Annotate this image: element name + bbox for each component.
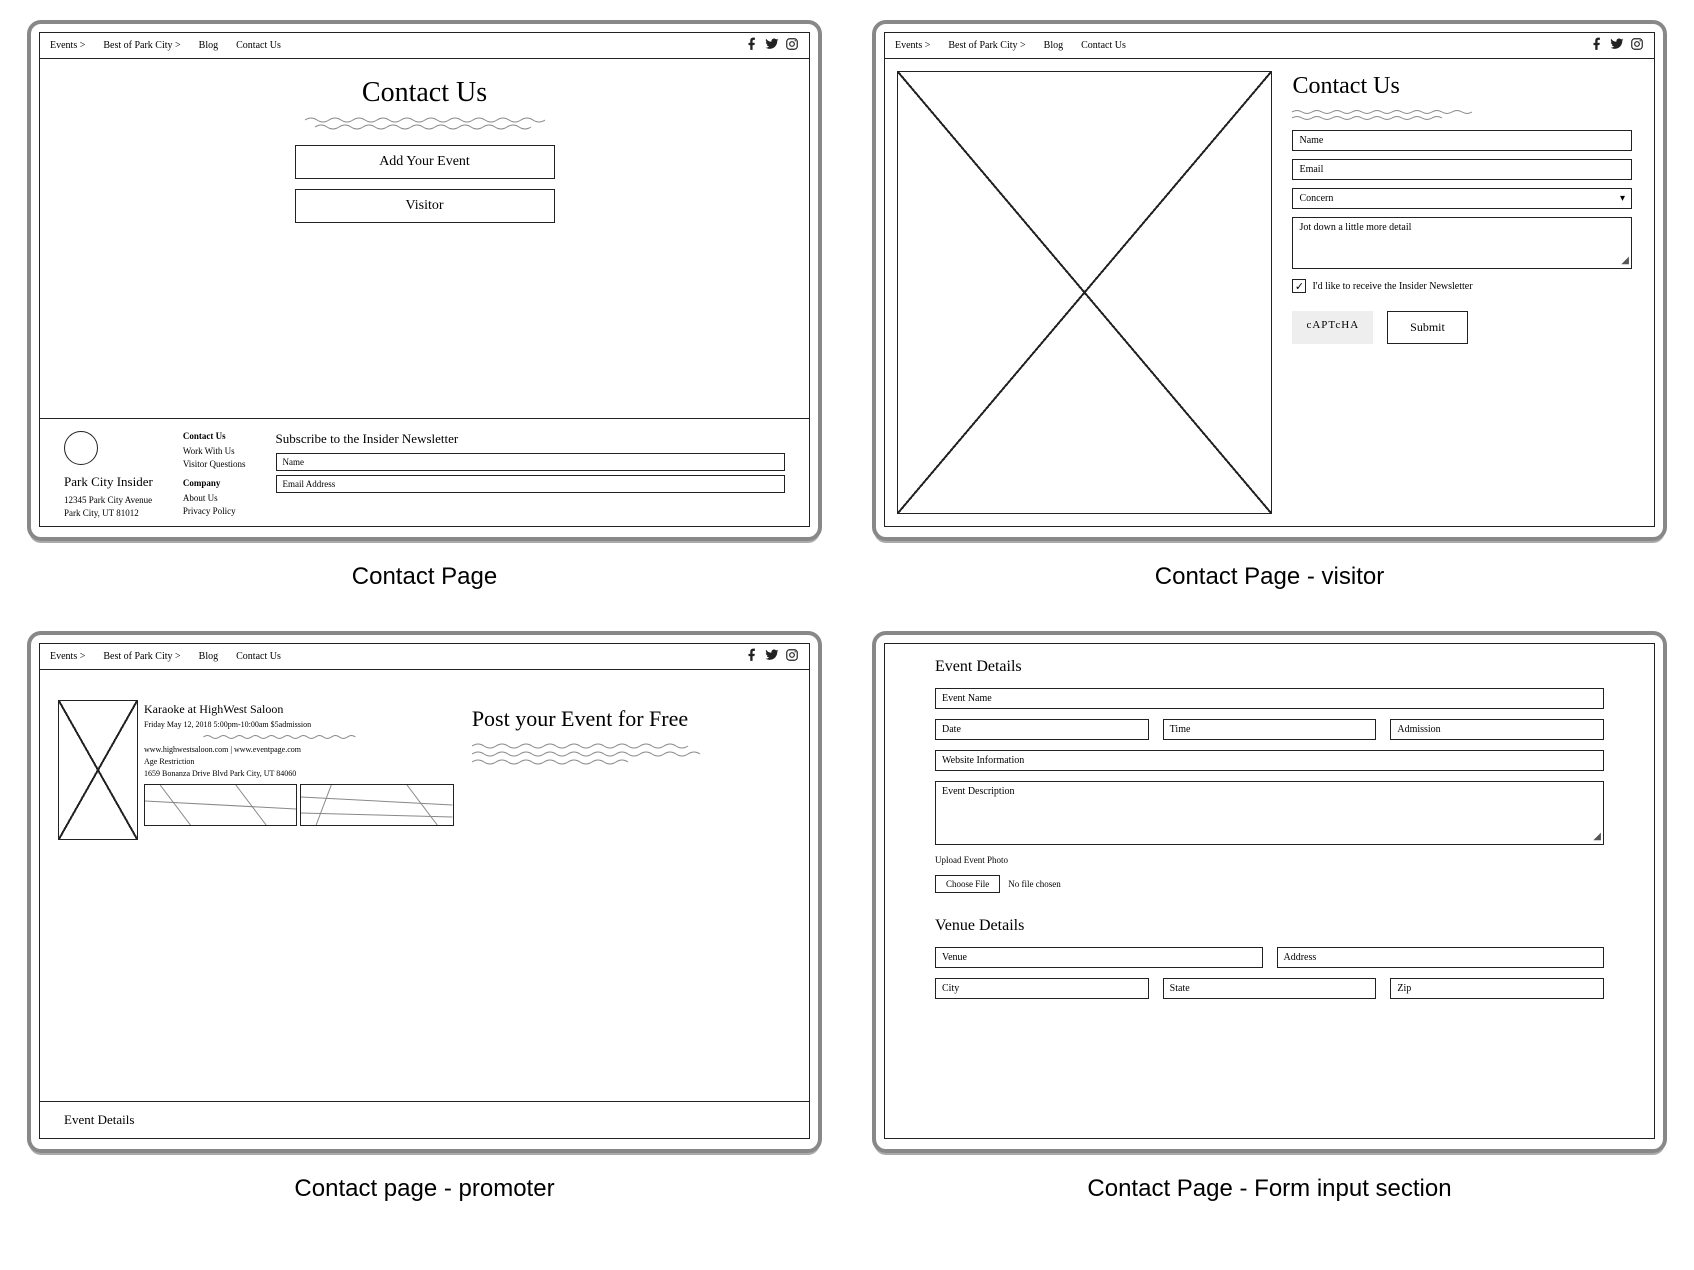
- nav-events[interactable]: Events >: [50, 40, 85, 51]
- footer-col-header-contact: Contact Us: [183, 431, 246, 441]
- name-input[interactable]: Name: [1292, 130, 1632, 151]
- subscribe-heading: Subscribe to the Insider Newsletter: [276, 431, 785, 447]
- website-input[interactable]: Website Information: [935, 750, 1604, 771]
- footer-address-line-1: 12345 Park City Avenue: [64, 495, 153, 505]
- upload-label: Upload Event Photo: [935, 855, 1604, 865]
- page-title: Contact Us: [1292, 73, 1632, 100]
- event-description-textarea[interactable]: Event Description ◢: [935, 781, 1604, 845]
- event-links[interactable]: www.highwestsaloon.com | www.eventpage.c…: [144, 745, 454, 754]
- address-input[interactable]: Address: [1277, 947, 1605, 968]
- page-title: Contact Us: [362, 77, 487, 109]
- footer: Park City Insider 12345 Park City Avenue…: [40, 418, 809, 526]
- nav-contact[interactable]: Contact Us: [1081, 40, 1126, 51]
- chevron-down-icon: ▾: [1620, 193, 1625, 204]
- event-image-placeholder: [58, 700, 138, 840]
- nav-blog[interactable]: Blog: [199, 651, 218, 662]
- nav-blog[interactable]: Blog: [1044, 40, 1063, 51]
- facebook-icon[interactable]: [1590, 37, 1604, 54]
- twitter-icon[interactable]: [765, 648, 779, 665]
- section-header-venue-details: Venue Details: [935, 917, 1604, 935]
- caption: Contact Page - visitor: [1155, 563, 1384, 591]
- resize-handle-icon: ◢: [1593, 831, 1601, 842]
- submit-button[interactable]: Submit: [1387, 311, 1468, 344]
- wireframe-form-input: Event Details Event Name Date Time Admis…: [872, 631, 1667, 1152]
- placeholder-text: [305, 115, 545, 135]
- nav-events[interactable]: Events >: [895, 40, 930, 51]
- description-placeholder: Event Description: [942, 786, 1014, 797]
- caption: Contact page - promoter: [294, 1175, 554, 1203]
- section-header-event-details: Event Details: [935, 658, 1604, 676]
- image-placeholder: [897, 71, 1272, 514]
- nav-best[interactable]: Best of Park City >: [948, 40, 1025, 51]
- navbar: Events > Best of Park City > Blog Contac…: [40, 33, 809, 59]
- twitter-icon[interactable]: [765, 37, 779, 54]
- wireframe-contact-promoter: Events > Best of Park City > Blog Contac…: [27, 631, 822, 1152]
- twitter-icon[interactable]: [1610, 37, 1624, 54]
- admission-input[interactable]: Admission: [1390, 719, 1604, 740]
- resize-handle-icon: ◢: [1621, 255, 1629, 266]
- nav-blog[interactable]: Blog: [199, 40, 218, 51]
- wireframe-contact-page: Events > Best of Park City > Blog Contac…: [27, 20, 822, 541]
- nav-contact[interactable]: Contact Us: [236, 40, 281, 51]
- newsletter-checkbox[interactable]: ✓: [1292, 279, 1306, 293]
- add-event-button[interactable]: Add Your Event: [295, 145, 555, 179]
- brand-name: Park City Insider: [64, 474, 153, 490]
- event-age: Age Restriction: [144, 757, 454, 766]
- instagram-icon[interactable]: [1630, 37, 1644, 54]
- navbar: Events > Best of Park City > Blog Contac…: [40, 644, 809, 670]
- zip-input[interactable]: Zip: [1390, 978, 1604, 999]
- footer-address-line-2: Park City, UT 81012: [64, 508, 153, 518]
- instagram-icon[interactable]: [785, 37, 799, 54]
- venue-input[interactable]: Venue: [935, 947, 1263, 968]
- facebook-icon[interactable]: [745, 37, 759, 54]
- detail-textarea[interactable]: Jot down a little more detail ◢: [1292, 217, 1632, 269]
- event-card: Karaoke at HighWest Saloon Friday May 12…: [58, 700, 454, 840]
- time-input[interactable]: Time: [1163, 719, 1377, 740]
- footer-col-header-company: Company: [183, 478, 246, 488]
- placeholder-text: [1292, 108, 1492, 122]
- navbar: Events > Best of Park City > Blog Contac…: [885, 33, 1654, 59]
- event-details-section-header: Event Details: [40, 1101, 809, 1138]
- nav-events[interactable]: Events >: [50, 651, 85, 662]
- footer-link-about[interactable]: About Us: [183, 493, 246, 503]
- event-meta: Friday May 12, 2018 5:00pm-10:00am $5adm…: [144, 720, 454, 729]
- placeholder-text: [472, 741, 712, 769]
- concern-select[interactable]: Concern ▾: [1292, 188, 1632, 209]
- event-address: 1659 Bonanza Drive Blvd Park City, UT 84…: [144, 769, 454, 778]
- facebook-icon[interactable]: [745, 648, 759, 665]
- instagram-icon[interactable]: [785, 648, 799, 665]
- concern-select-label: Concern: [1299, 193, 1333, 204]
- captcha-placeholder[interactable]: cAPTcHA: [1292, 311, 1373, 344]
- caption: Contact Page: [352, 563, 497, 591]
- wireframe-contact-visitor: Events > Best of Park City > Blog Contac…: [872, 20, 1667, 541]
- nav-best[interactable]: Best of Park City >: [103, 651, 180, 662]
- nav-contact[interactable]: Contact Us: [236, 651, 281, 662]
- detail-placeholder: Jot down a little more detail: [1299, 222, 1411, 233]
- date-input[interactable]: Date: [935, 719, 1149, 740]
- footer-link-privacy[interactable]: Privacy Policy: [183, 506, 246, 516]
- newsletter-checkbox-label: I'd like to receive the Insider Newslett…: [1312, 281, 1472, 292]
- logo-placeholder: [64, 431, 98, 465]
- visitor-button[interactable]: Visitor: [295, 189, 555, 223]
- caption: Contact Page - Form input section: [1087, 1175, 1451, 1203]
- map-placeholder-1: [144, 784, 297, 826]
- footer-link-work[interactable]: Work With Us: [183, 446, 246, 456]
- city-input[interactable]: City: [935, 978, 1149, 999]
- subscribe-email-input[interactable]: Email Address: [276, 475, 785, 493]
- map-placeholder-2: [300, 784, 453, 826]
- footer-link-visitor-q[interactable]: Visitor Questions: [183, 459, 246, 469]
- nav-best[interactable]: Best of Park City >: [103, 40, 180, 51]
- placeholder-text: [144, 732, 423, 742]
- email-input[interactable]: Email: [1292, 159, 1632, 180]
- state-input[interactable]: State: [1163, 978, 1377, 999]
- file-status: No file chosen: [1008, 879, 1060, 889]
- event-name-input[interactable]: Event Name: [935, 688, 1604, 709]
- event-title: Karaoke at HighWest Saloon: [144, 702, 454, 717]
- post-event-heading: Post your Event for Free: [472, 706, 781, 732]
- choose-file-button[interactable]: Choose File: [935, 875, 1000, 893]
- subscribe-name-input[interactable]: Name: [276, 453, 785, 471]
